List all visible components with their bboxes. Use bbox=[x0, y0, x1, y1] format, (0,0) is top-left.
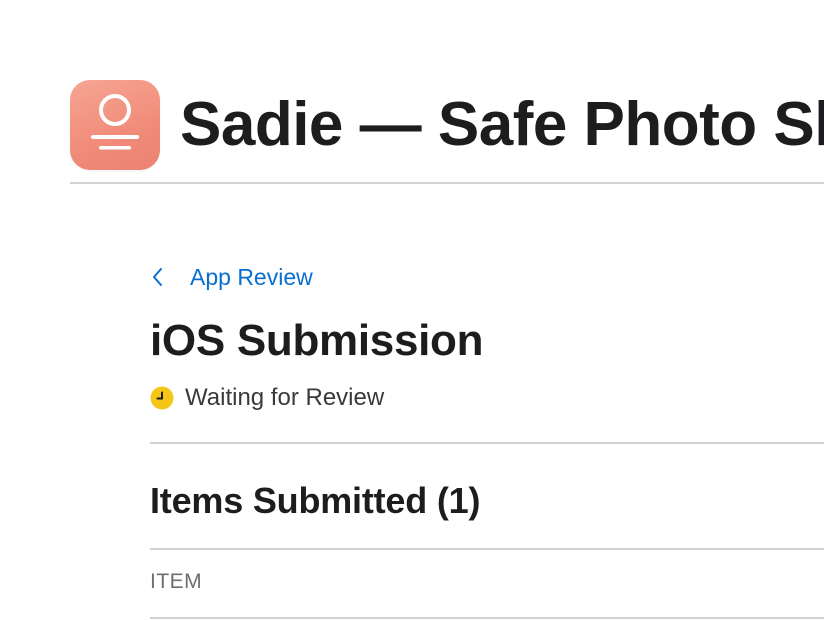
app-header: Sadie — Safe Photo Sharing bbox=[70, 80, 824, 184]
app-store-connect-page: Sadie — Safe Photo Sharing App Review iO… bbox=[0, 0, 824, 620]
clock-icon bbox=[150, 386, 174, 410]
section-divider bbox=[150, 442, 824, 444]
breadcrumb-label[interactable]: App Review bbox=[190, 264, 313, 291]
status-text: Waiting for Review bbox=[185, 384, 385, 411]
breadcrumb-app-review-link[interactable]: App Review bbox=[150, 262, 313, 292]
page-title: iOS Submission bbox=[150, 316, 484, 365]
app-icon bbox=[70, 80, 160, 170]
person-profile-icon bbox=[91, 94, 139, 150]
app-title: Sadie — Safe Photo Sharing bbox=[180, 90, 824, 159]
table-top-divider bbox=[150, 548, 824, 550]
status-badge: Waiting for Review bbox=[150, 384, 384, 412]
column-header-item: ITEM bbox=[150, 570, 203, 593]
table-header-divider bbox=[150, 617, 824, 619]
chevron-left-icon bbox=[153, 268, 162, 286]
header-divider bbox=[70, 182, 824, 184]
items-submitted-heading: Items Submitted (1) bbox=[150, 480, 481, 521]
